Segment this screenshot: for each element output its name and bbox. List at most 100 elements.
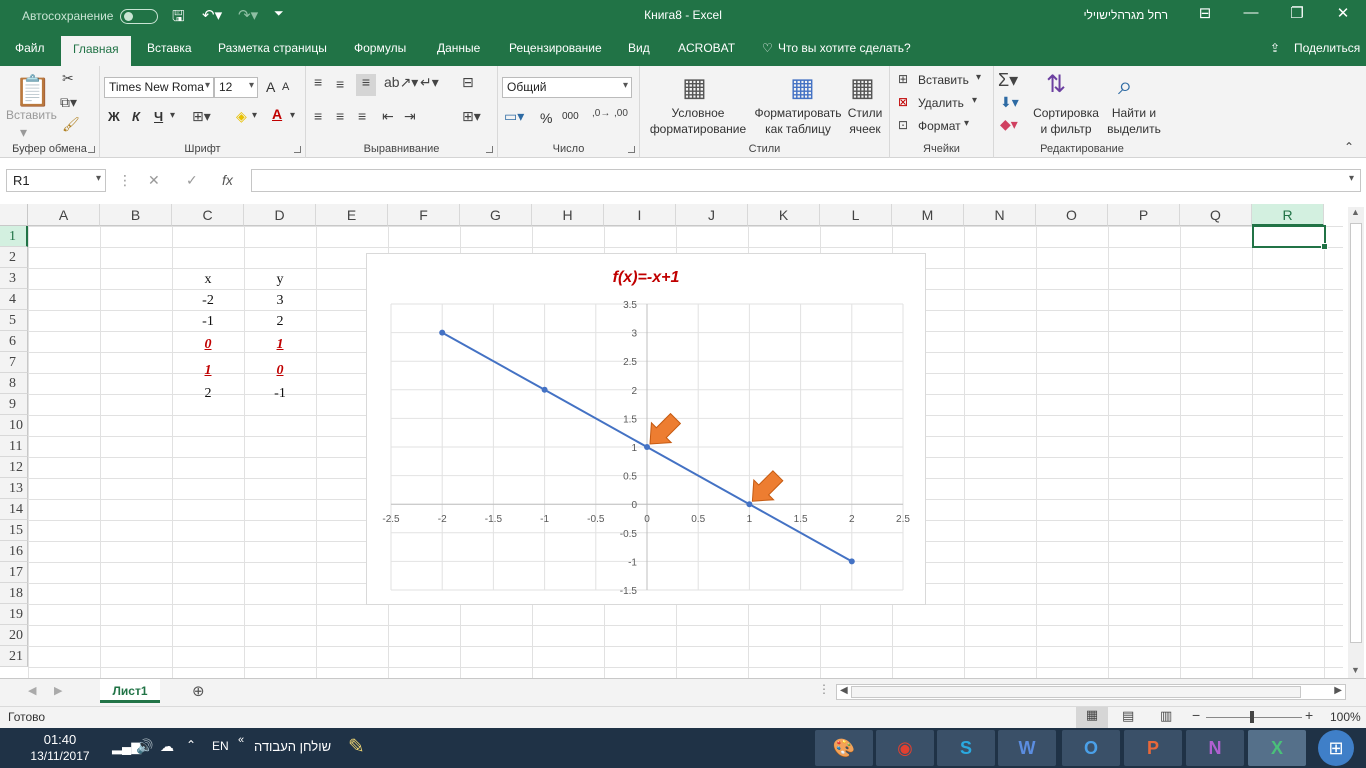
tell-me-input[interactable]: Что вы хотите сделать? [778,41,911,55]
row-header-4[interactable]: 4 [0,289,28,310]
tab-formulas[interactable]: Формулы [354,41,406,55]
orientation-icon[interactable]: ab↗▾ [384,74,418,91]
tab-acrobat[interactable]: ACROBAT [678,41,735,55]
row-header-10[interactable]: 10 [0,415,28,436]
column-header-a[interactable]: A [28,204,100,226]
italic-button[interactable]: К [132,109,140,124]
delete-cells-icon[interactable]: ⊠ [898,95,908,109]
cut-icon[interactable]: ✂ [62,70,74,87]
shrink-font-button[interactable]: A [282,81,289,93]
column-header-b[interactable]: B [100,204,172,226]
sort-filter-line1[interactable]: Сортировка [1028,106,1104,121]
next-sheet-icon[interactable]: ▶ [54,684,62,697]
row-header-3[interactable]: 3 [0,268,28,289]
alignment-launcher-icon[interactable] [486,146,493,153]
merge-center-icon[interactable]: ⊞▾ [462,108,481,125]
cell-d4[interactable]: 3 [244,290,316,311]
chart-title[interactable]: f(x)=-x+1 [613,269,680,286]
font-color-icon[interactable]: A [272,106,282,122]
scroll-up-icon[interactable]: ▲ [1351,207,1360,217]
active-cell-r1[interactable] [1252,225,1328,250]
cell-c7[interactable]: 1 [172,360,244,381]
align-middle-icon[interactable]: ≡ [336,76,344,92]
formula-input[interactable] [251,169,1361,192]
row-header-2[interactable]: 2 [0,247,28,268]
cell-c5[interactable]: -1 [172,311,244,332]
align-top-icon[interactable]: ≡ [314,74,322,90]
column-header-f[interactable]: F [388,204,460,226]
cell-c3[interactable]: x [172,269,244,290]
language-indicator[interactable]: EN [212,739,229,753]
desktop-toolbar-label[interactable]: שולחן העבודה [254,739,331,754]
column-header-h[interactable]: H [532,204,604,226]
cell-c4[interactable]: -2 [172,290,244,311]
volume-icon[interactable]: 🔊 [136,738,153,755]
percent-button[interactable]: % [540,110,552,126]
column-header-j[interactable]: J [676,204,748,226]
paste-button[interactable]: Вставить [6,108,57,123]
cell-d5[interactable]: 2 [244,311,316,332]
column-header-k[interactable]: K [748,204,820,226]
row-header-15[interactable]: 15 [0,520,28,541]
cell-d7[interactable]: 0 [244,360,316,381]
cancel-icon[interactable]: ✕ [148,172,160,189]
tab-review[interactable]: Рецензирование [509,41,602,55]
share-button[interactable]: Поделиться [1294,41,1360,55]
align-bottom-icon[interactable]: ≡ [356,74,376,96]
zoom-out-icon[interactable]: − [1192,707,1200,723]
row-header-21[interactable]: 21 [0,646,28,667]
borders-icon[interactable]: ⊞▾ [192,108,211,125]
delete-cells-button[interactable]: Удалить [918,96,964,110]
column-header-d[interactable]: D [244,204,316,226]
cell-styles-line1[interactable]: Стили [840,106,890,121]
horizontal-scrollbar[interactable]: ◀ ▶ [836,684,1346,700]
cell-styles-icon[interactable]: ▦ [850,72,875,103]
tab-file[interactable]: Файл [15,41,45,55]
font-color-dropdown-icon[interactable]: ▾ [290,110,295,121]
prev-sheet-icon[interactable]: ◀ [28,684,36,697]
find-select-icon[interactable]: ⌕ [1118,70,1133,102]
clear-icon[interactable]: ◆▾ [1000,116,1018,133]
start-button-icon[interactable]: ⊞ [1318,730,1354,766]
close-icon[interactable]: ✕ [1328,4,1358,22]
decrease-decimal-icon[interactable]: ,00 [614,108,628,119]
user-name[interactable]: רחל מגרהלישוילי [1083,8,1168,22]
format-dropdown-icon[interactable]: ▾ [964,118,969,129]
zoom-in-icon[interactable]: + [1305,707,1313,723]
row-header-18[interactable]: 18 [0,583,28,604]
cell-c6[interactable]: 0 [172,334,244,355]
insert-dropdown-icon[interactable]: ▾ [976,72,981,83]
format-as-table-line1[interactable]: Форматировать [748,106,848,121]
column-header-m[interactable]: M [892,204,964,226]
tab-home[interactable]: Главная [61,36,131,66]
conditional-formatting-icon[interactable]: ▦ [682,72,707,103]
select-all-corner[interactable] [0,204,28,226]
paste-dropdown-icon[interactable]: ▾ [20,124,27,141]
desktop-toolbar-chevron-icon[interactable]: « [238,734,244,746]
column-header-o[interactable]: O [1036,204,1108,226]
onenote-app-icon[interactable]: N [1186,730,1244,766]
format-cells-icon[interactable]: ⊡ [898,118,908,132]
collapse-ribbon-icon[interactable]: ⌃ [1344,140,1354,154]
row-header-19[interactable]: 19 [0,604,28,625]
column-header-n[interactable]: N [964,204,1036,226]
row-header-1[interactable]: 1 [0,226,28,247]
row-header-6[interactable]: 6 [0,331,28,352]
tab-insert[interactable]: Вставка [147,41,192,55]
normal-view-icon[interactable]: ▦ [1076,707,1108,728]
excel-app-icon[interactable]: X [1248,730,1306,766]
fill-color-dropdown-icon[interactable]: ▾ [252,110,257,121]
maximize-icon[interactable]: ❐ [1282,4,1312,22]
scroll-down-icon[interactable]: ▼ [1351,665,1360,675]
column-header-i[interactable]: I [604,204,676,226]
grow-font-button[interactable]: A [266,79,275,95]
font-size-combo[interactable]: 12 [214,77,258,98]
cell-d8[interactable]: -1 [244,383,316,404]
column-header-r[interactable]: R [1252,204,1324,226]
row-header-16[interactable]: 16 [0,541,28,562]
row-header-8[interactable]: 8 [0,373,28,394]
underline-button[interactable]: Ч [154,109,163,124]
format-as-table-line2[interactable]: как таблицу [748,122,848,137]
clipboard-launcher-icon[interactable] [88,146,95,153]
enter-icon[interactable]: ✓ [186,172,198,189]
